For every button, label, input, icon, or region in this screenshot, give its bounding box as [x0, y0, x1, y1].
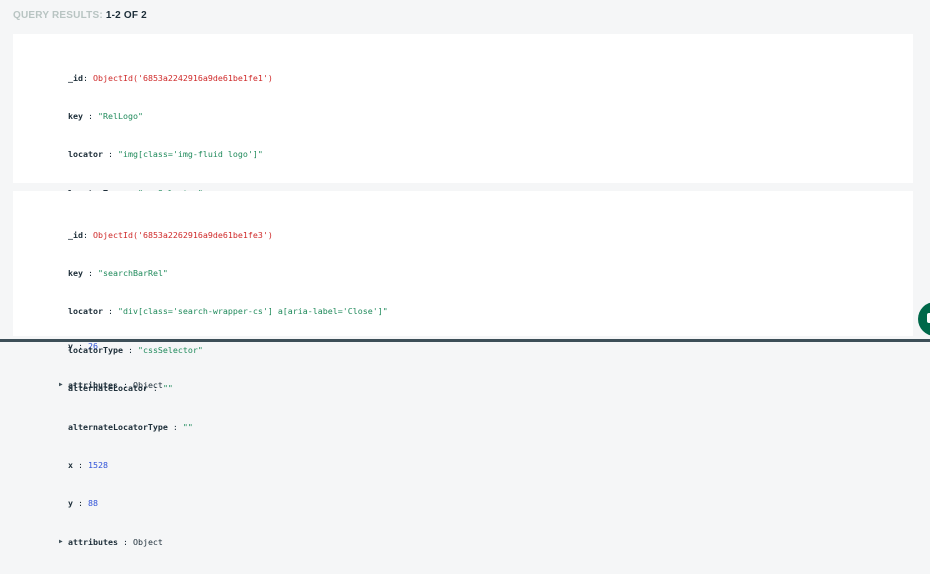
x-value: 1528 — [88, 459, 108, 470]
document-fields: _id: ObjectId('6853a2262916a9de61be1fe3'… — [59, 203, 388, 574]
key-value: "RelLogo" — [98, 110, 143, 121]
field-key: key : "RelLogo" — [68, 110, 143, 121]
field-id: _id: ObjectId('6853a2242916a9de61be1fe1'… — [68, 72, 273, 83]
field-attributes-expander[interactable]: ▶ attributes : Object — [59, 536, 388, 549]
field-locator: locator : "div[class='search-wrapper-cs'… — [68, 306, 388, 317]
query-results-label: QUERY RESULTS: — [13, 10, 103, 21]
document-card[interactable]: _id: ObjectId('6853a2242916a9de61be1fe1'… — [13, 34, 913, 390]
field-alternate-locator: alternateLocator : "" — [68, 383, 173, 394]
alternate-locator-value: "" — [162, 383, 173, 394]
caret-right-icon[interactable]: ▶ — [59, 536, 63, 549]
locator-value: "img[class='img-fluid logo']" — [117, 149, 263, 160]
field-id: _id: ObjectId('6853a2262916a9de61be1fe3'… — [68, 229, 273, 240]
attributes-value: Object — [132, 536, 163, 547]
field-key: key : "searchBarRel" — [68, 267, 168, 278]
y-value: 88 — [88, 498, 98, 509]
id-value: ObjectId('6853a2242916a9de61be1fe1') — [93, 72, 273, 83]
alternate-locator-type-value: "" — [182, 421, 193, 432]
field-x: x : 1528 — [68, 459, 108, 470]
query-results-header: QUERY RESULTS: 1-2 OF 2 — [13, 10, 147, 21]
locator-type-value: "cssSelector" — [137, 344, 203, 355]
field-locator-type: locatorType : "cssSelector" — [68, 344, 203, 355]
key-value: "searchBarRel" — [98, 267, 168, 278]
caret-right-icon[interactable]: ▶ — [59, 379, 63, 392]
query-results-range: 1-2 OF 2 — [105, 10, 147, 21]
field-locator: locator : "img[class='img-fluid logo']" — [68, 149, 263, 160]
locator-value: "div[class='search-wrapper-cs'] a[aria-l… — [117, 306, 388, 317]
field-alternate-locator-type: alternateLocatorType : "" — [68, 421, 193, 432]
field-y: y : 88 — [68, 498, 98, 509]
chat-button[interactable] — [918, 302, 930, 336]
id-value: ObjectId('6853a2262916a9de61be1fe3') — [93, 229, 273, 240]
document-card[interactable]: _id: ObjectId('6853a2262916a9de61be1fe3'… — [13, 191, 913, 547]
